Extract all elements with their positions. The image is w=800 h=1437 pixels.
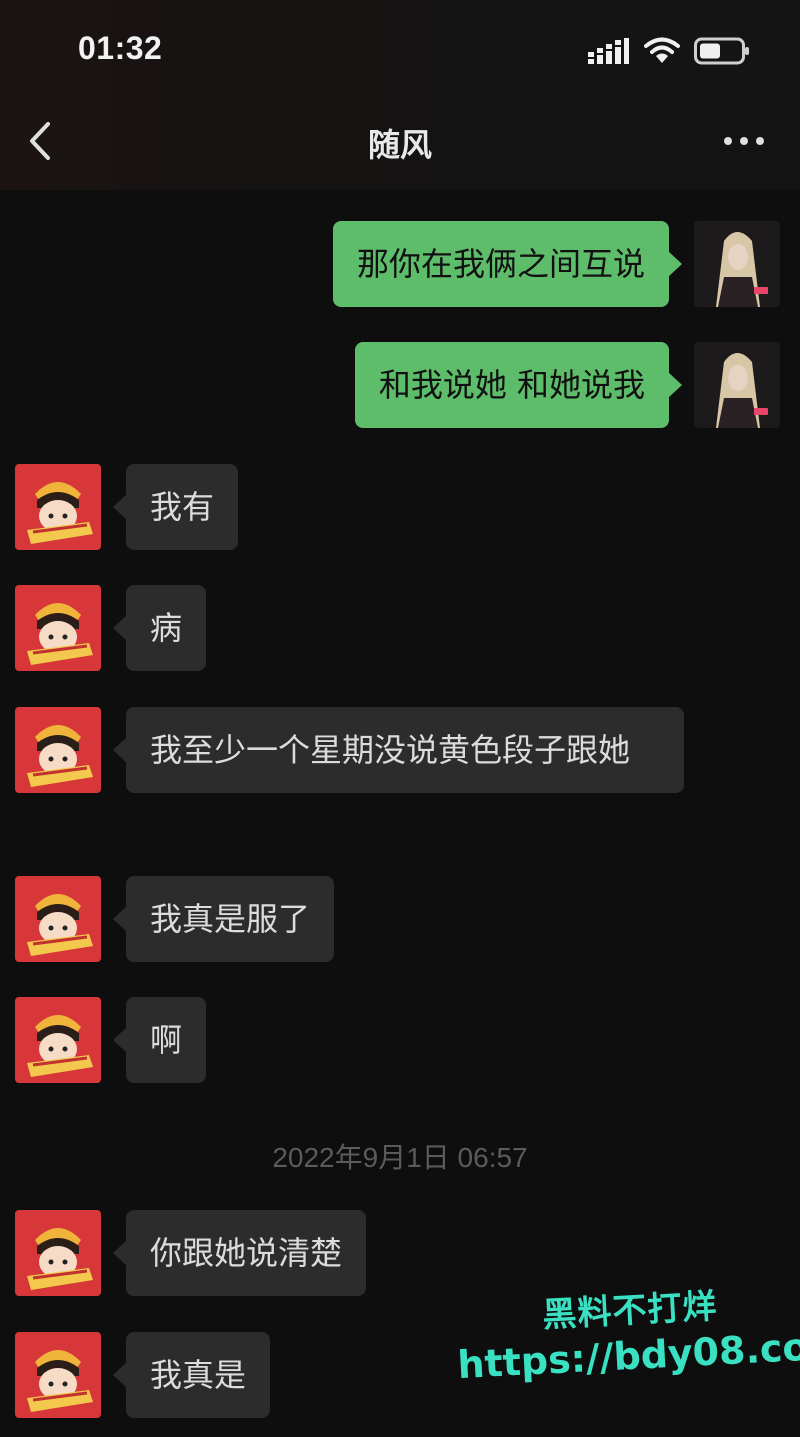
watermark-title: 黑料不打烊 — [541, 1286, 719, 1336]
incoming-bubble[interactable]: 你跟她说清楚 — [112, 1210, 367, 1296]
contact-avatar[interactable] — [15, 464, 101, 550]
contact-avatar[interactable] — [15, 1210, 101, 1296]
watermark: 黑料不打烊 https://bdy08.com — [454, 1274, 800, 1387]
contact-avatar[interactable] — [15, 1332, 101, 1418]
status-icons — [588, 36, 750, 66]
top-bar: 01:32 随风 — [0, 0, 800, 190]
chat-title: 随风 — [367, 126, 432, 164]
my-avatar[interactable] — [694, 342, 780, 428]
contact-avatar[interactable] — [15, 997, 101, 1083]
chat-timestamp: 2022年9月1日 06:57 — [272, 1142, 528, 1173]
incoming-bubble[interactable]: 啊 — [112, 997, 207, 1083]
battery-icon — [694, 37, 749, 65]
status-time: 01:32 — [78, 30, 163, 66]
contact-avatar[interactable] — [15, 707, 101, 793]
incoming-bubble[interactable]: 我真是 — [112, 1332, 271, 1418]
outgoing-bubble[interactable]: 那你在我俩之间互说 — [332, 221, 683, 307]
my-avatar[interactable] — [694, 221, 780, 307]
outgoing-bubble[interactable]: 和我说她 和她说我 — [354, 342, 683, 428]
more-dots-icon[interactable] — [722, 126, 766, 156]
signal-icon — [588, 38, 629, 64]
incoming-bubble[interactable]: 我真是服了 — [112, 876, 335, 962]
watermark-url: https://bdy08.com — [456, 1322, 800, 1388]
incoming-bubble[interactable]: 病 — [112, 585, 207, 671]
incoming-bubble[interactable]: 我有 — [112, 464, 239, 550]
contact-avatar[interactable] — [15, 585, 101, 671]
incoming-bubble[interactable]: 我至少一个星期没说黄色段子跟她 — [113, 707, 684, 793]
wifi-icon — [644, 37, 680, 63]
contact-avatar[interactable] — [15, 876, 101, 962]
